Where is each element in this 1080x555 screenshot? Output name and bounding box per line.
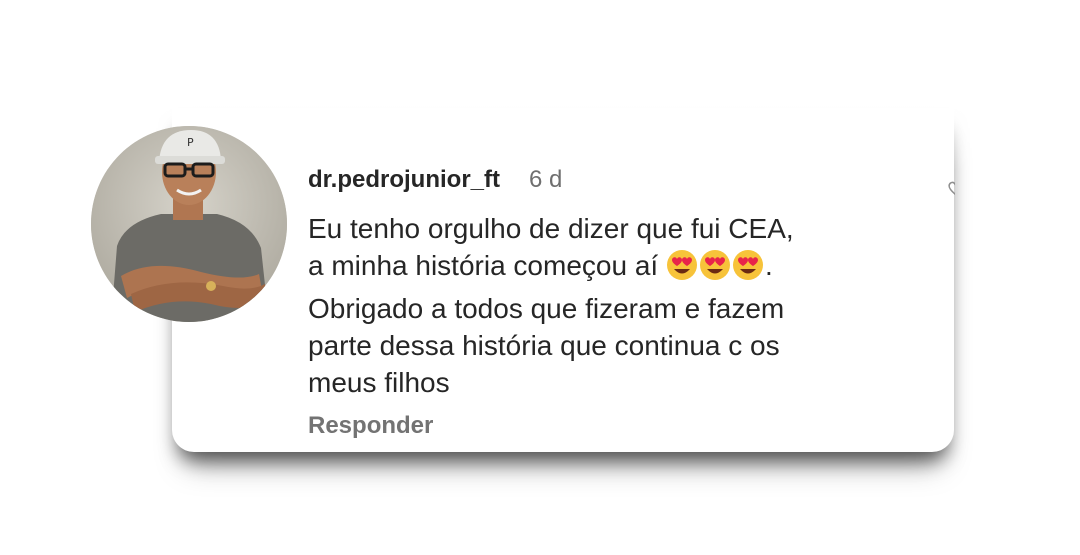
comment-line-3: Obrigado a todos que fizeram e fazem (308, 293, 785, 324)
emoji-heart-eyes-icon (666, 249, 698, 290)
emoji-heart-eyes-icon (732, 249, 764, 290)
comment-line-2: a minha história começou aí . (308, 247, 868, 290)
comment-text: Eu tenho orgulho de dizer que fui CEA, a… (308, 210, 868, 401)
comment-username[interactable]: dr.pedrojunior_ft (308, 166, 500, 194)
card-top-fade (160, 60, 970, 170)
comment-line-4: parte dessa história que continua c os (308, 330, 780, 361)
emoji-heart-eyes-icon (699, 249, 731, 290)
comment-screenshot: P dr.pedrojunior_ft 6 d Eu tenho orgulho… (0, 0, 1080, 555)
avatar[interactable]: P (91, 126, 287, 322)
comment-line-2-text: a minha história começou aí (308, 250, 659, 281)
comment-timestamp: 6 d (529, 166, 563, 193)
heart-icon[interactable] (947, 180, 955, 196)
svg-text:P: P (187, 136, 194, 149)
comment-line-5: meus filhos (308, 367, 450, 398)
comment-line-2-suffix: . (764, 250, 773, 281)
reply-button[interactable]: Responder (308, 412, 433, 440)
comment-line-1: Eu tenho orgulho de dizer que fui CEA, (308, 213, 794, 244)
